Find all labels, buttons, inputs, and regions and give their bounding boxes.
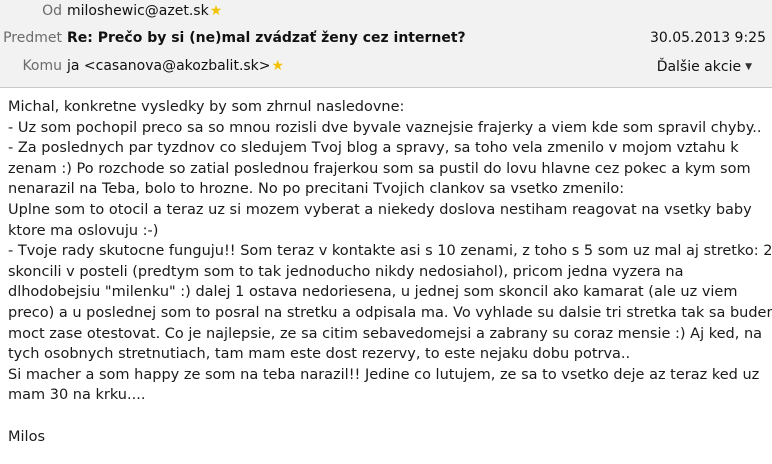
sender-address[interactable]: miloshewic@azet.sk★ <box>67 3 222 19</box>
recipient-address[interactable]: ja <casanova@akozbalit.sk>★ <box>67 58 284 74</box>
subject-row: Predmet Re: Prečo by si (ne)mal zvádzať … <box>0 30 772 52</box>
from-label: Od <box>42 3 62 19</box>
message-line: zenam :) Po rozchode so zatial poslednou… <box>8 160 751 177</box>
signature: Milos <box>8 428 45 445</box>
more-actions-button[interactable]: Ďalšie akcie ▼ <box>657 59 752 75</box>
message-body: Michal, konkretne vysledky by som zhrnul… <box>8 97 772 447</box>
star-icon[interactable]: ★ <box>210 3 223 19</box>
from-row: Od miloshewic@azet.sk★ <box>0 3 772 25</box>
message-line: dlhodobejsiu "milenku" :) dalej 1 ostava… <box>8 284 738 301</box>
message-date: 30.05.2013 9:25 <box>649 30 766 46</box>
message-line: Michal, konkretne vysledky by som zhrnul… <box>8 99 405 115</box>
message-line: mam 30 na krku.... <box>8 387 146 404</box>
more-actions-label[interactable]: Ďalšie akcie <box>657 59 741 75</box>
message-line: preco) a u poslednej som to posral na st… <box>8 304 772 321</box>
message-line: Si macher a som happy ze som na teba nar… <box>8 366 760 383</box>
to-label: Komu <box>22 58 62 74</box>
star-icon[interactable]: ★ <box>272 58 285 74</box>
sender-email[interactable]: miloshewic@azet.sk <box>67 3 209 19</box>
recipient-email[interactable]: ja <casanova@akozbalit.sk> <box>67 58 271 74</box>
message-header: Od miloshewic@azet.sk★ Predmet Re: Prečo… <box>0 0 772 88</box>
message-line: Uplne som to otocil a teraz uz si mozem … <box>8 201 752 218</box>
subject-label: Predmet <box>3 30 62 46</box>
message-line: - Tvoje rady skutocne funguju!! Som tera… <box>8 243 772 260</box>
subject-text: Re: Prečo by si (ne)mal zvádzať ženy cez… <box>67 30 466 46</box>
to-row: Komu ja <casanova@akozbalit.sk>★ Ďalšie … <box>0 58 772 80</box>
chevron-down-icon: ▼ <box>745 62 752 72</box>
message-line: nenarazil na Teba, bolo to hrozne. No po… <box>8 181 625 198</box>
message-line: - Za poslednych par tyzdnov co sledujem … <box>8 140 739 157</box>
message-line: skoncili v posteli (predtym som to tak j… <box>8 263 684 280</box>
message-line: tych osobnych stretnutiach, tam mam este… <box>8 346 631 363</box>
message-line: moct zase otestovat. Co je najlepsie, ze… <box>8 325 763 342</box>
message-line: - Uz som pochopil preco sa so mnou rozis… <box>8 119 762 136</box>
message-line: ktore ma oslovuju :-) <box>8 222 159 239</box>
